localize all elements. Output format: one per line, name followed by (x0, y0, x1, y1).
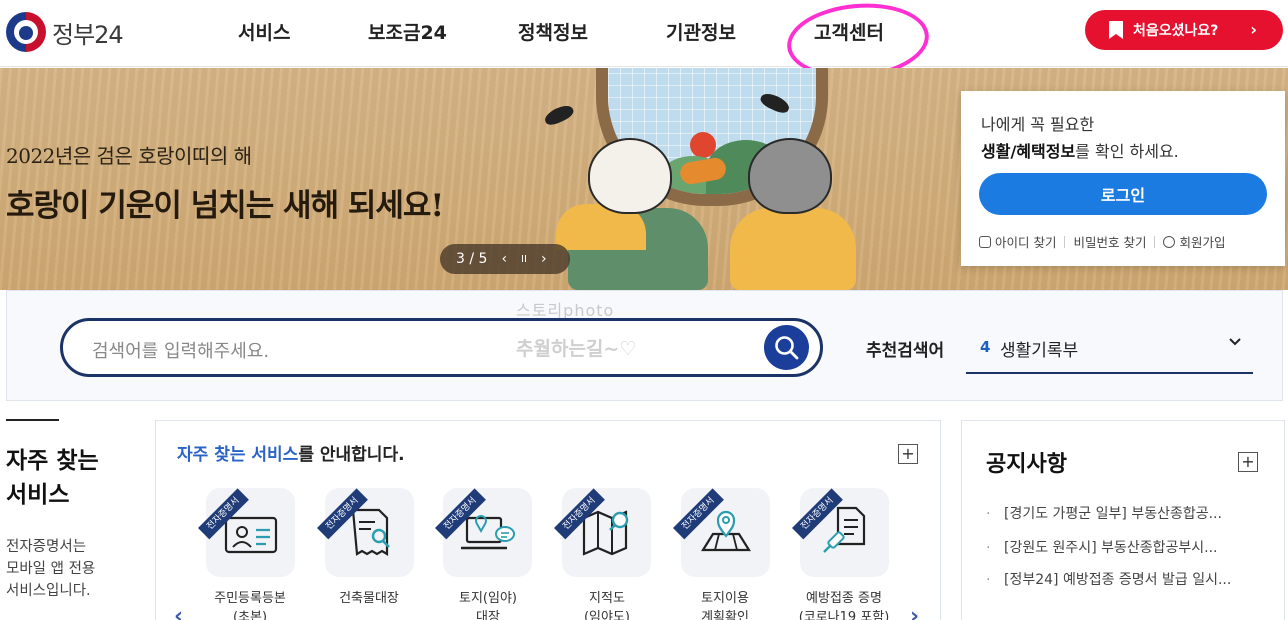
login-panel: 나에게 꼭 필요한 생활/혜택정보를 확인 하세요. 로그인 아이디 찾기 비밀… (961, 91, 1285, 266)
login-links: 아이디 찾기 비밀번호 찾기 회원가입 (979, 232, 1225, 251)
nav-subsidy24[interactable]: 보조금24 (368, 18, 518, 45)
white-tiger-illustration (588, 138, 672, 214)
frequent-services-description: 전자증명서는 모바일 앱 전용 서비스입니다. (6, 539, 96, 599)
service-card-building-register[interactable] (325, 488, 414, 577)
chevron-right-icon: › (1250, 20, 1257, 39)
services-more-button[interactable]: + (898, 444, 918, 464)
services-heading: 자주 찾는 서비스를 안내합니다. (177, 445, 405, 465)
service-card-vaccination-certificate[interactable] (800, 488, 889, 577)
slide-prev-button[interactable]: ‹ (501, 251, 507, 267)
find-password-link[interactable]: 비밀번호 찾기 (1073, 232, 1146, 251)
search-placeholder: 검색어를 입력해주세요. (92, 341, 270, 362)
service-label[interactable]: 토지이용 계획확인 (665, 589, 785, 620)
services-next-button[interactable]: › (910, 604, 919, 620)
slide-next-button[interactable]: › (541, 251, 547, 267)
lock-icon (979, 235, 991, 248)
login-button[interactable]: 로그인 (979, 173, 1267, 215)
bookmark-icon (1109, 21, 1123, 39)
service-card-land-register[interactable] (443, 488, 532, 577)
notice-more-button[interactable]: + (1238, 452, 1258, 472)
service-card-resident-registration[interactable] (206, 488, 295, 577)
slide-pause-button[interactable]: II (521, 254, 527, 265)
find-id-link[interactable]: 아이디 찾기 (995, 232, 1056, 251)
logo[interactable]: 정부24 (6, 12, 124, 52)
login-prompt-line1: 나에게 꼭 필요한 (981, 115, 1095, 134)
nav-agency-info[interactable]: 기관정보 (666, 18, 814, 45)
recommended-keywords-label: 추천검색어 (866, 341, 945, 361)
logo-text: 정부24 (52, 20, 124, 49)
service-card-land-use-plan[interactable] (681, 488, 770, 577)
service-label[interactable]: 주민등록등본 (초본) (190, 589, 310, 620)
banner-title: 호랑이 기운이 넘치는 새해 되세요! (6, 188, 444, 224)
nav-services[interactable]: 서비스 (238, 18, 368, 45)
section-divider (6, 419, 59, 421)
black-tiger-illustration (748, 138, 832, 214)
header: 정부24 서비스 보조금24 정책정보 기관정보 고객센터 처음오셨나요? › (0, 0, 1288, 85)
search-button[interactable] (764, 325, 809, 370)
slide-counter: 3 / 5 (456, 251, 488, 267)
notice-item[interactable]: · [경기도 가평군 일부] 부동산종합공... (986, 503, 1222, 523)
user-icon (1163, 235, 1176, 248)
frequent-services-title: 자주 찾는 서비스 (6, 448, 99, 508)
signup-link[interactable]: 회원가입 (1179, 232, 1225, 251)
taegeuk-logo-icon (6, 12, 46, 52)
login-prompt-line2: 생활/혜택정보를 확인 하세요. (981, 142, 1179, 161)
notice-title: 공지사항 (986, 452, 1067, 477)
services-prev-button[interactable]: ‹ (174, 604, 183, 620)
service-label[interactable]: 지적도 (임야도) (547, 589, 667, 620)
recommended-rank: 4 (980, 338, 991, 356)
first-visit-label: 처음오셨나요? (1133, 23, 1219, 39)
service-label[interactable]: 예방접종 증명 (코로나19 포함) (784, 589, 904, 620)
tiger-robe-illustration (730, 208, 856, 290)
nav-customer-center[interactable]: 고객센터 (814, 18, 924, 45)
slide-controls: 3 / 5 ‹ II › (440, 244, 570, 274)
notice-item[interactable]: · [강원도 원주시] 부동산종합공부시... (986, 537, 1218, 557)
notice-item[interactable]: · [정부24] 예방접종 증명서 발급 일시... (986, 569, 1231, 589)
watermark: 추월하는길~♡ (516, 338, 637, 360)
recommended-keyword[interactable]: 생활기록부 (1000, 336, 1078, 361)
nav-policy-info[interactable]: 정책정보 (518, 18, 666, 45)
service-card-cadastral-map[interactable] (562, 488, 651, 577)
main-nav: 서비스 보조금24 정책정보 기관정보 고객센터 (238, 18, 924, 45)
chevron-down-icon[interactable] (1227, 334, 1243, 350)
service-label[interactable]: 건축물대장 (309, 589, 429, 608)
search-icon (775, 336, 799, 360)
service-label[interactable]: 토지(임야) 대장 (428, 589, 548, 620)
banner-subtitle: 2022년은 검은 호랑이띠의 해 (6, 144, 252, 168)
first-visit-button[interactable]: 처음오셨나요? › (1085, 10, 1283, 50)
